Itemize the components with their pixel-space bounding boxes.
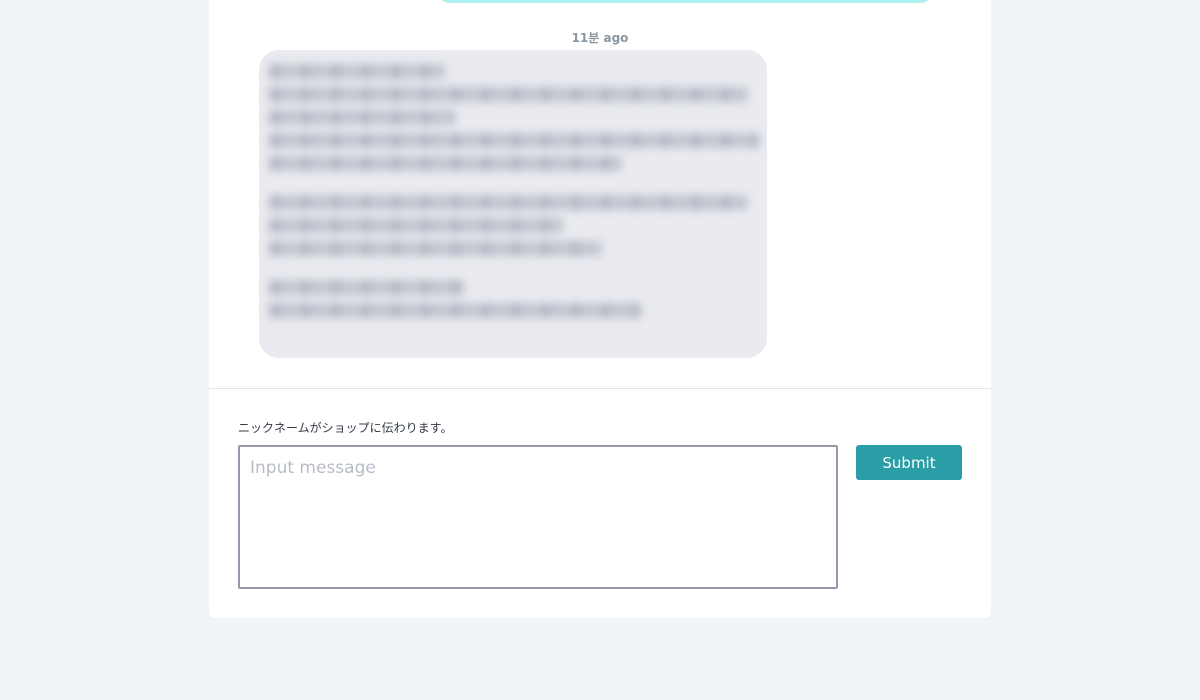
received-message-bubble (259, 50, 767, 358)
previous-message-bubble (437, 0, 933, 3)
composer-divider (209, 388, 991, 389)
blurred-message-text (269, 64, 759, 326)
submit-button[interactable]: Submit (856, 445, 962, 480)
message-input[interactable] (238, 445, 838, 589)
message-timestamp: 11분 ago (571, 31, 629, 45)
nickname-notice: ニックネームがショップに伝わります。 (238, 421, 453, 435)
